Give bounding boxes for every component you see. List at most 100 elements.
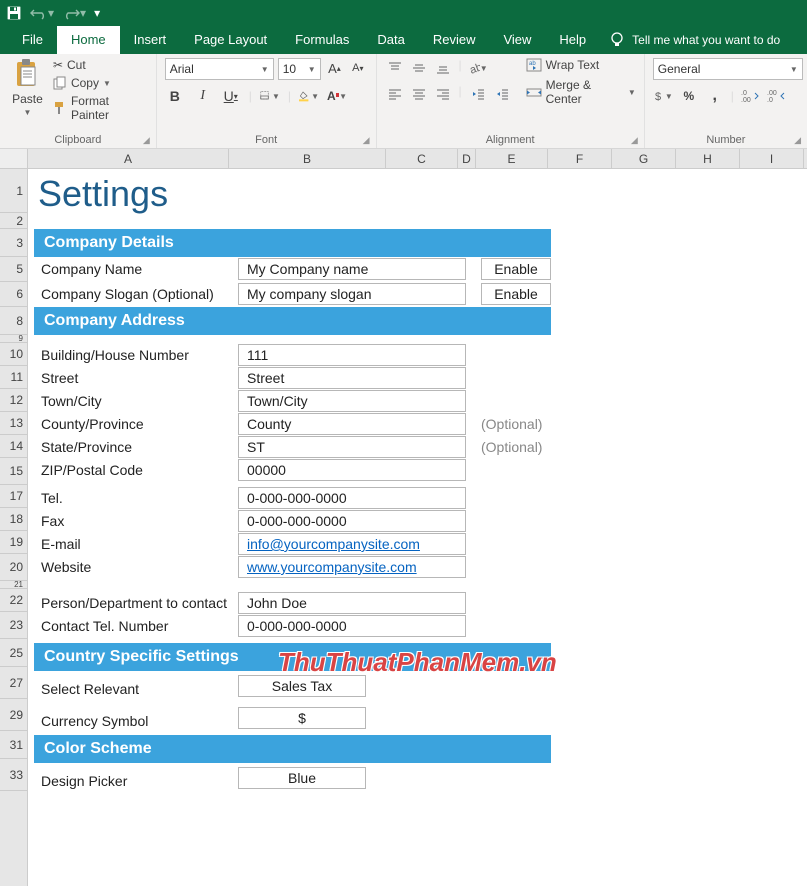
decrease-font-icon[interactable]: A▾ [348, 58, 367, 78]
number-format-combo[interactable]: General▼ [653, 58, 803, 80]
font-launcher-icon[interactable]: ◢ [363, 135, 370, 146]
tab-insert[interactable]: Insert [120, 26, 181, 54]
tab-view[interactable]: View [489, 26, 545, 54]
merge-icon [526, 85, 542, 99]
wrap-text-button[interactable]: abWrap Text [526, 58, 636, 72]
percent-button[interactable]: % [679, 86, 699, 106]
input-state[interactable]: ST [238, 436, 466, 458]
tab-file[interactable]: File [8, 26, 57, 54]
decrease-decimal-icon[interactable]: .00.0 [766, 86, 786, 106]
input-company-slogan[interactable]: My company slogan [238, 283, 466, 305]
svg-text:.0: .0 [741, 90, 747, 97]
wrap-text-icon: ab [526, 58, 542, 72]
input-zip[interactable]: 00000 [238, 459, 466, 481]
increase-font-icon[interactable]: A▴ [325, 58, 344, 78]
row-headers: 1 2 3 5 6 8 9 10 11 12 13 14 15 17 18 19… [0, 169, 28, 886]
align-bottom-icon[interactable] [433, 58, 453, 78]
italic-button[interactable]: I [193, 86, 213, 106]
save-icon[interactable] [6, 5, 22, 21]
group-label-clipboard: Clipboard [54, 134, 101, 146]
comma-button[interactable]: , [705, 86, 725, 106]
input-contact-tel[interactable]: 0-000-000-0000 [238, 615, 466, 637]
select-all-corner[interactable] [0, 149, 28, 168]
input-contact-person[interactable]: John Doe [238, 592, 466, 614]
increase-indent-icon[interactable] [492, 84, 512, 104]
svg-text:$: $ [655, 91, 661, 103]
input-company-name[interactable]: My Company name [238, 258, 466, 280]
tab-data[interactable]: Data [363, 26, 418, 54]
fill-color-button[interactable]: ▼ [299, 86, 319, 106]
col-B[interactable]: B [229, 149, 386, 168]
col-A[interactable]: A [28, 149, 229, 168]
optional-state: (Optional) [481, 439, 542, 455]
input-design-picker[interactable]: Blue [238, 767, 366, 789]
group-number: General▼ $▼ % , | .0.00 .00.0 Number◢ [645, 54, 807, 148]
input-building[interactable]: 111 [238, 344, 466, 366]
input-county[interactable]: County [238, 413, 466, 435]
tab-home[interactable]: Home [57, 26, 120, 54]
cut-button[interactable]: ✂Cut [53, 58, 148, 72]
col-E[interactable]: E [476, 149, 548, 168]
underline-button[interactable]: U▾ [221, 86, 241, 106]
align-top-icon[interactable] [385, 58, 405, 78]
enable-company-slogan-button[interactable]: Enable [481, 283, 551, 305]
align-center-icon[interactable] [409, 84, 429, 104]
svg-text:.00: .00 [741, 97, 751, 103]
customize-qat-icon[interactable]: ▾ [94, 6, 100, 20]
increase-decimal-icon[interactable]: .0.00 [740, 86, 760, 106]
col-C[interactable]: C [386, 149, 458, 168]
input-currency[interactable]: $ [238, 707, 366, 729]
orientation-icon[interactable]: ab▼ [468, 58, 488, 78]
label-building: Building/House Number [41, 347, 189, 363]
undo-icon[interactable]: ▾ [30, 6, 54, 20]
merge-center-button[interactable]: Merge & Center ▼ [526, 78, 636, 106]
input-fax[interactable]: 0-000-000-0000 [238, 510, 466, 532]
input-street[interactable]: Street [238, 367, 466, 389]
col-I[interactable]: I [740, 149, 804, 168]
worksheet[interactable]: Settings Company Details Company Name My… [28, 169, 807, 886]
label-select-relevant: Select Relevant [41, 681, 139, 697]
label-contact-person: Person/Department to contact [41, 595, 227, 611]
group-label-alignment: Alignment [486, 134, 535, 146]
tell-me-search[interactable]: Tell me what you want to do [610, 26, 780, 54]
tab-review[interactable]: Review [419, 26, 490, 54]
col-F[interactable]: F [548, 149, 612, 168]
number-launcher-icon[interactable]: ◢ [794, 135, 801, 146]
col-G[interactable]: G [612, 149, 676, 168]
input-town[interactable]: Town/City [238, 390, 466, 412]
align-left-icon[interactable] [385, 84, 405, 104]
alignment-launcher-icon[interactable]: ◢ [631, 135, 638, 146]
ribbon: Paste ▼ ✂Cut Copy ▼ Format Painter Clipb… [0, 54, 807, 149]
font-name-combo[interactable]: Arial▼ [165, 58, 274, 80]
format-painter-button[interactable]: Format Painter [53, 94, 148, 122]
input-website[interactable]: www.yourcompanysite.com [238, 556, 466, 578]
input-email[interactable]: info@yourcompanysite.com [238, 533, 466, 555]
input-tel[interactable]: 0-000-000-0000 [238, 487, 466, 509]
redo-icon[interactable]: ▾ [62, 6, 86, 20]
decrease-indent-icon[interactable] [468, 84, 488, 104]
accounting-format-button[interactable]: $▼ [653, 86, 673, 106]
input-select-relevant[interactable]: Sales Tax [238, 675, 366, 697]
font-color-button[interactable]: A▼ [327, 86, 347, 106]
label-design-picker: Design Picker [41, 773, 127, 789]
column-headers: A B C D E F G H I [0, 149, 807, 169]
group-label-font: Font [255, 134, 277, 146]
label-fax: Fax [41, 513, 64, 529]
enable-company-name-button[interactable]: Enable [481, 258, 551, 280]
col-H[interactable]: H [676, 149, 740, 168]
col-D[interactable]: D [458, 149, 476, 168]
tab-help[interactable]: Help [545, 26, 600, 54]
align-right-icon[interactable] [433, 84, 453, 104]
section-country-settings: Country Specific Settings [34, 643, 551, 671]
tab-formulas[interactable]: Formulas [281, 26, 363, 54]
copy-button[interactable]: Copy ▼ [53, 76, 148, 90]
copy-icon [53, 76, 67, 90]
paste-button[interactable]: Paste ▼ [8, 58, 47, 117]
bold-button[interactable]: B [165, 86, 185, 106]
label-town: Town/City [41, 393, 102, 409]
borders-button[interactable]: ▼ [260, 86, 280, 106]
align-middle-icon[interactable] [409, 58, 429, 78]
font-size-combo[interactable]: 10▼ [278, 58, 321, 80]
clipboard-launcher-icon[interactable]: ◢ [143, 135, 150, 146]
tab-page-layout[interactable]: Page Layout [180, 26, 281, 54]
